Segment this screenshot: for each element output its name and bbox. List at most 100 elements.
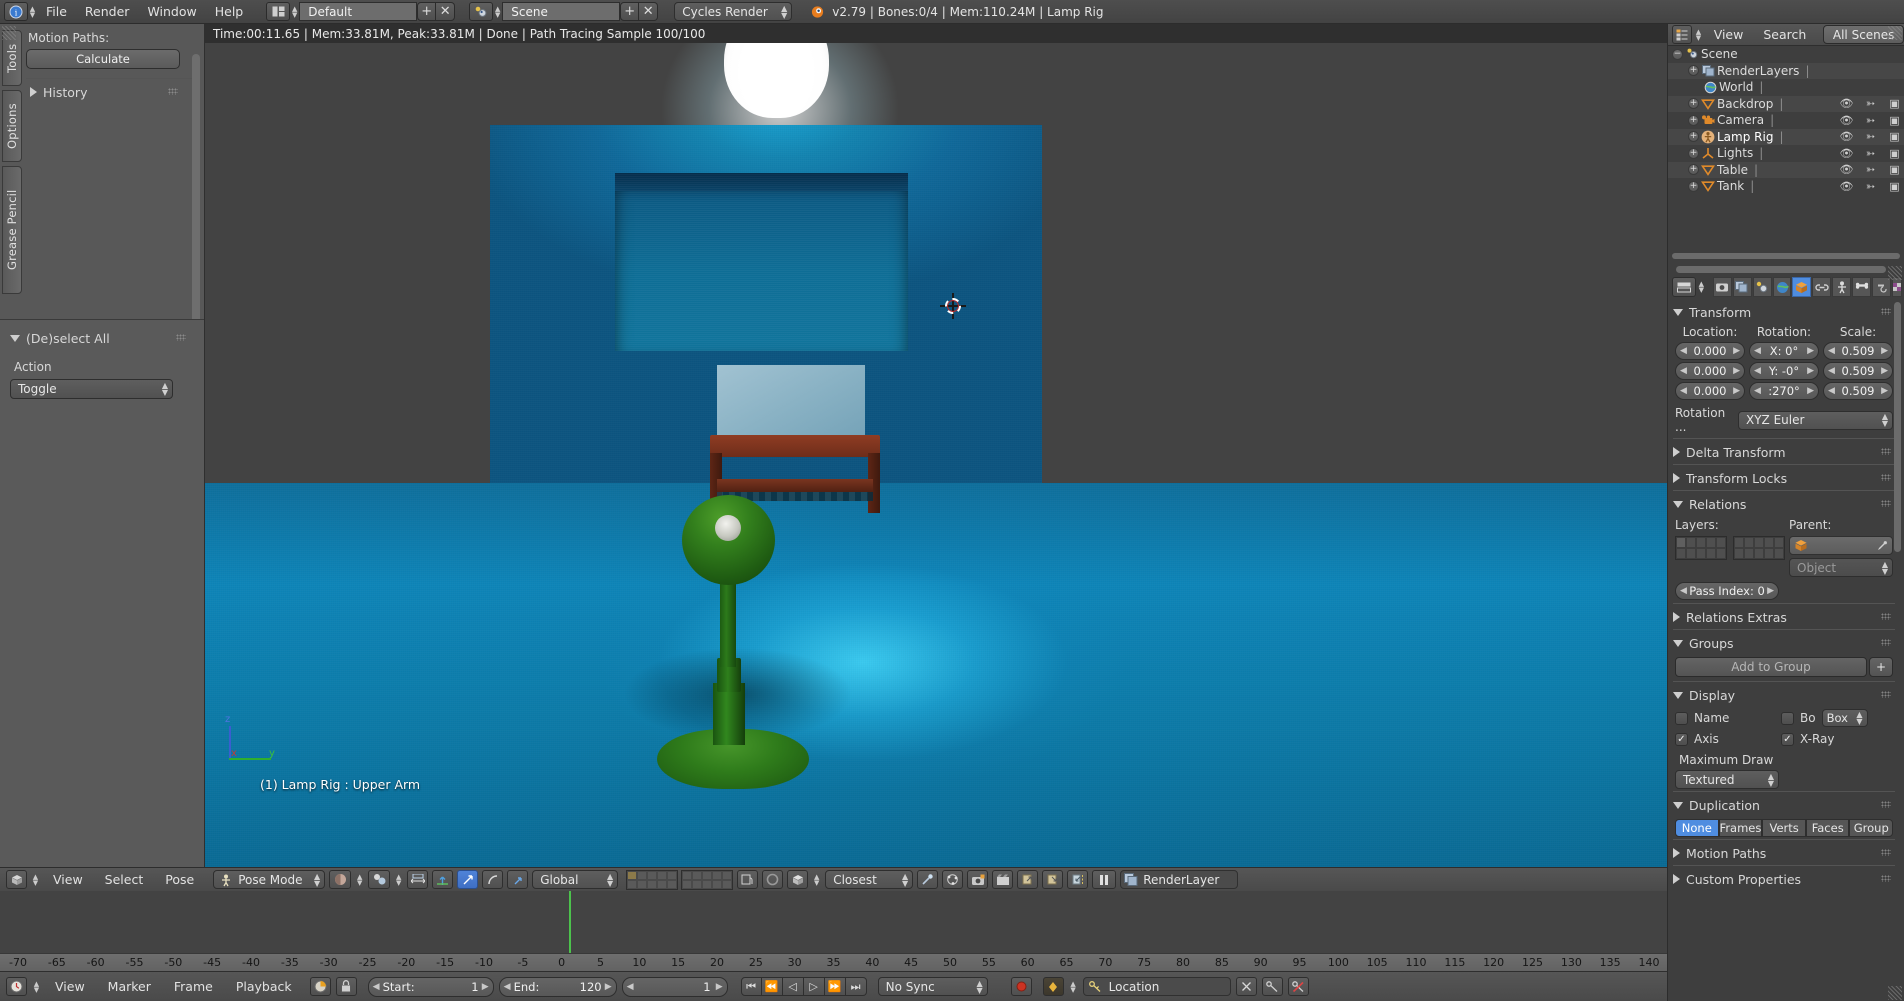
viewport-shading-icon[interactable] xyxy=(329,870,352,889)
expand-toggle[interactable]: + xyxy=(1688,65,1699,77)
delete-screen-layout-button[interactable]: ✕ xyxy=(436,2,456,21)
render-engine-dropdown[interactable]: Cycles Render ▲ ▼ xyxy=(674,2,793,21)
pause-render-preview-icon[interactable] xyxy=(1092,870,1117,889)
delete-keyframe-icon[interactable] xyxy=(1287,977,1309,996)
properties-tab-constraints[interactable] xyxy=(1812,277,1832,297)
decrement-icon[interactable]: ◀ xyxy=(373,982,380,992)
active-keying-set-field[interactable]: Location xyxy=(1082,977,1231,996)
delete-scene-button[interactable]: ✕ xyxy=(639,2,659,21)
toolshelf-tab-grease-pencil[interactable]: Grease Pencil xyxy=(2,166,22,294)
action-dropdown[interactable]: Toggle ▲ ▼ xyxy=(10,379,173,399)
duplication-option-verts[interactable]: Verts xyxy=(1762,819,1806,837)
rotate-manipulator-icon[interactable] xyxy=(482,870,504,889)
outliner-display-mode[interactable]: All Scenes xyxy=(1823,25,1904,44)
screen-layout-selector[interactable]: ▲ ▼ Default + ✕ xyxy=(266,2,456,21)
snap-during-transform-icon[interactable] xyxy=(917,870,939,889)
snap-element-icon[interactable] xyxy=(787,870,809,889)
outliner-row-tank[interactable]: + Tank | 👁 ➳ ▣ xyxy=(1668,178,1904,195)
scene-name-field[interactable]: Scene xyxy=(502,2,621,21)
current-frame-field[interactable]: ◀ 1 ▶ xyxy=(621,976,728,997)
outliner-row-lights[interactable]: + Lights | 👁 ➳ ▣ xyxy=(1668,145,1904,162)
timeline-menu-view[interactable]: View xyxy=(46,975,94,998)
frame-end-field[interactable]: ◀ End: 120 ▶ xyxy=(498,976,617,997)
display-name-checkbox[interactable] xyxy=(1675,711,1688,725)
add-scene-button[interactable]: + xyxy=(620,2,640,21)
outliner-row-table[interactable]: + Table | 👁 ➳ ▣ xyxy=(1668,161,1904,178)
screen-layout-arrows-icon[interactable]: ▲ ▼ xyxy=(290,5,299,18)
eye-icon[interactable]: 👁 xyxy=(1839,147,1854,160)
viewport-menu-view[interactable]: View xyxy=(44,868,92,891)
increment-icon[interactable]: ▶ xyxy=(716,982,723,992)
rotation-mode-dropdown[interactable]: XYZ Euler ▲ ▼ xyxy=(1738,410,1893,430)
manipulate-center-points-icon[interactable] xyxy=(407,870,429,889)
delta-transform-panel-header[interactable]: Delta Transform xyxy=(1673,442,1895,462)
motion-paths-panel-header[interactable]: Motion Paths xyxy=(1673,843,1895,863)
viewport-menu-select[interactable]: Select xyxy=(96,868,153,891)
proportional-edit-icon[interactable] xyxy=(762,870,784,889)
properties-tab-bone-constraints[interactable] xyxy=(1872,277,1891,297)
camera-restrict-icon[interactable]: ▣ xyxy=(1887,163,1902,176)
expand-toggle[interactable]: + xyxy=(1688,164,1699,176)
editor-type-icon[interactable] xyxy=(1672,25,1693,44)
properties-tab-world[interactable] xyxy=(1772,277,1792,297)
pass-index-field[interactable]: ◀ Pass Index: 0 ▶ xyxy=(1675,582,1779,600)
eye-icon[interactable]: 👁 xyxy=(1839,163,1854,176)
editor-type-arrows-icon[interactable]: ▲ ▼ xyxy=(32,980,41,993)
properties-tab-armature[interactable] xyxy=(1832,277,1852,297)
layers-grid-1[interactable] xyxy=(1675,536,1727,560)
editor-type-arrows-icon[interactable]: ▲ ▼ xyxy=(1697,281,1706,294)
timeline-track-area[interactable] xyxy=(0,891,1667,953)
layer-group-1[interactable] xyxy=(626,869,679,890)
pivot-point-icon[interactable] xyxy=(368,870,391,889)
timeline-menu-playback[interactable]: Playback xyxy=(227,975,301,998)
properties-editor[interactable]: ▲ ▼ Transform Location: ◀ 0.000 ▶ ◀ 0.00… xyxy=(1667,262,1904,1001)
duplication-option-group[interactable]: Group xyxy=(1849,819,1894,837)
interaction-mode-dropdown[interactable]: Pose Mode ▲ ▼ xyxy=(213,870,326,889)
scale-z-field[interactable]: ◀ 0.509 ▶ xyxy=(1823,382,1893,400)
eye-icon[interactable]: 👁 xyxy=(1839,97,1854,110)
snap-arrows-icon[interactable]: ▲ ▼ xyxy=(812,873,821,886)
rotation-x-field[interactable]: ◀ X: 0° ▶ xyxy=(1749,342,1819,360)
outliner-row-lamp-rig[interactable]: + Lamp Rig | 👁 ➳ ▣ xyxy=(1668,128,1904,145)
increment-icon[interactable]: ▶ xyxy=(605,982,612,992)
cursor-arrow-icon[interactable]: ➳ xyxy=(1863,180,1878,193)
expand-toggle[interactable]: − xyxy=(1672,48,1683,60)
groups-panel-header[interactable]: Groups xyxy=(1673,633,1895,653)
properties-tab-render[interactable] xyxy=(1712,277,1732,297)
paste-pose-icon[interactable] xyxy=(1042,870,1064,889)
timeline-menu-frame[interactable]: Frame xyxy=(165,975,222,998)
add-to-group-button[interactable]: Add to Group xyxy=(1675,657,1867,677)
editor-type-arrows-icon[interactable]: ▲ ▼ xyxy=(31,873,40,886)
display-axis-checkbox[interactable]: ✓ xyxy=(1675,732,1688,746)
camera-restrict-icon[interactable]: ▣ xyxy=(1887,114,1902,127)
timeline-menu-marker[interactable]: Marker xyxy=(99,975,160,998)
custom-properties-panel-header[interactable]: Custom Properties xyxy=(1673,869,1895,889)
location-y-field[interactable]: ◀ 0.000 ▶ xyxy=(1675,362,1745,380)
decrement-icon[interactable]: ◀ xyxy=(627,982,634,992)
pivot-arrows-icon[interactable]: ▲ ▼ xyxy=(394,873,403,886)
screen-layout-name[interactable]: Default xyxy=(299,2,418,21)
expand-toggle[interactable]: + xyxy=(1688,180,1699,192)
sync-mode-dropdown[interactable]: No Sync ▲ ▼ xyxy=(877,977,988,996)
only-selected-channels-icon[interactable] xyxy=(309,977,331,996)
duplication-option-frames[interactable]: Frames xyxy=(1718,819,1763,837)
transform-orientation-dropdown[interactable]: Global ▲ ▼ xyxy=(532,870,619,889)
snap-peel-object-icon[interactable] xyxy=(942,870,964,889)
cursor-arrow-icon[interactable]: ➳ xyxy=(1863,163,1878,176)
display-panel-header[interactable]: Display xyxy=(1673,685,1895,705)
properties-tab-scene[interactable] xyxy=(1752,277,1772,297)
camera-restrict-icon[interactable]: ▣ xyxy=(1887,180,1902,193)
location-x-field[interactable]: ◀ 0.000 ▶ xyxy=(1675,342,1745,360)
paste-flipped-pose-icon[interactable] xyxy=(1067,870,1089,889)
relations-extras-panel-header[interactable]: Relations Extras xyxy=(1673,607,1895,627)
layers-grid-2[interactable] xyxy=(1733,536,1785,560)
record-button[interactable] xyxy=(1010,977,1032,996)
parent-type-dropdown[interactable]: Object ▲ ▼ xyxy=(1789,558,1893,577)
outliner-row-backdrop[interactable]: + Backdrop | 👁 ➳ ▣ xyxy=(1668,95,1904,112)
previous-keyframe-button[interactable]: ⏪ xyxy=(761,977,783,996)
editor-type-icon[interactable] xyxy=(6,977,27,996)
calculate-button[interactable]: Calculate xyxy=(26,49,180,69)
relations-panel-header[interactable]: Relations xyxy=(1673,494,1895,514)
shading-arrows-icon[interactable]: ▲ ▼ xyxy=(355,873,364,886)
clear-keying-set-icon[interactable] xyxy=(1235,977,1257,996)
